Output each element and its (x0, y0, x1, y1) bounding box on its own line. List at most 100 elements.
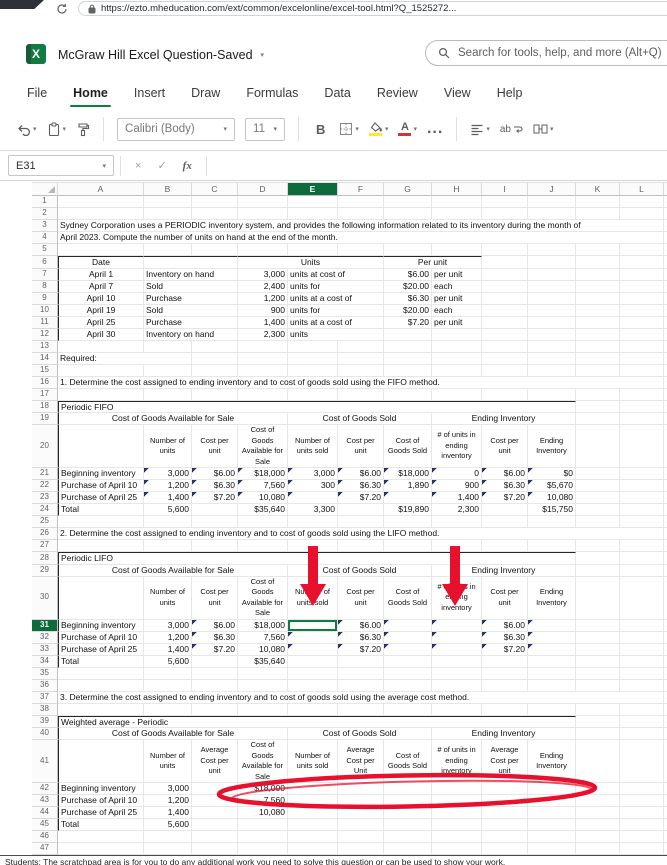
cell-L27[interactable] (620, 540, 664, 552)
cell-B27[interactable] (144, 540, 192, 552)
cell-K44[interactable] (576, 807, 620, 819)
cell-F24[interactable] (338, 504, 384, 516)
cell-D27[interactable] (238, 540, 288, 552)
cell-J35[interactable] (528, 667, 576, 680)
cell-J15[interactable] (528, 364, 576, 377)
cell-E34[interactable] (288, 655, 338, 668)
cell-J25[interactable] (528, 516, 576, 528)
cell-C33[interactable]: $7.20 (192, 643, 238, 656)
name-box-chevron-icon[interactable]: ▾ (102, 162, 106, 170)
cell-B6[interactable] (144, 256, 238, 269)
row-header-33[interactable]: 33 (32, 643, 58, 656)
cell-A40[interactable]: Cost of Goods Available for Sale (58, 728, 288, 740)
cell-J42[interactable] (528, 783, 576, 795)
cell-F45[interactable] (338, 819, 384, 831)
cell-H11[interactable]: per unit (432, 316, 482, 329)
cell-F15[interactable] (338, 364, 384, 377)
cell-I30[interactable]: Cost per unit (482, 576, 528, 620)
cell-C31[interactable]: $6.00 (192, 619, 238, 632)
cell-E47[interactable] (288, 843, 338, 855)
cell-F25[interactable] (338, 516, 384, 528)
cell-B34[interactable]: 5,600 (144, 655, 192, 668)
paste-button[interactable]: ▾ (47, 121, 66, 137)
cell-G22[interactable]: 1,890 (384, 480, 432, 492)
cell-H45[interactable] (432, 819, 482, 831)
cell-K25[interactable] (576, 516, 620, 528)
cell-C1[interactable] (192, 196, 238, 208)
cell-L17[interactable] (620, 388, 664, 401)
row-header-38[interactable]: 38 (32, 703, 58, 716)
cell-E10[interactable]: units for (288, 304, 384, 317)
cell-G44[interactable] (384, 807, 432, 819)
cell-G38[interactable] (384, 703, 432, 716)
cell-I43[interactable] (482, 795, 528, 807)
cell-J20[interactable]: Ending Inventory (528, 425, 576, 468)
cell-J46[interactable] (528, 831, 576, 843)
cell-B31[interactable]: 3,000 (144, 619, 192, 632)
cell-F22[interactable]: $6.30 (338, 480, 384, 492)
cell-C41[interactable]: Average Cost per unit (192, 740, 238, 783)
cell-C24[interactable] (192, 504, 238, 516)
row-header-32[interactable]: 32 (32, 631, 58, 644)
cell-F1[interactable] (338, 196, 384, 208)
format-painter-icon[interactable] (76, 122, 90, 137)
cell-A31[interactable]: Beginning inventory (58, 619, 144, 632)
row-header-42[interactable]: 42 (32, 783, 58, 795)
bold-button[interactable]: B (312, 122, 329, 137)
cell-C34[interactable] (192, 655, 238, 668)
cell-A16[interactable]: 1. Determine the cost assigned to ending… (58, 376, 664, 389)
row-header-41[interactable]: 41 (32, 740, 58, 783)
cell-A43[interactable]: Purchase of April 10 (58, 795, 144, 807)
cell-I20[interactable]: Cost per unit (482, 425, 528, 468)
cell-L30[interactable] (620, 576, 664, 620)
merge-cells-button[interactable]: ▾ (533, 123, 553, 135)
cell-E25[interactable] (288, 516, 338, 528)
cell-I6[interactable] (482, 256, 528, 269)
url-bar[interactable]: https://ezto.mheducation.com/ext/common/… (78, 1, 667, 16)
cell-A24[interactable]: Total (58, 504, 144, 516)
cell-B22[interactable]: 1,200 (144, 480, 192, 492)
tab-help[interactable]: Help (497, 86, 523, 100)
cell-F43[interactable] (338, 795, 384, 807)
row-header-36[interactable]: 36 (32, 679, 58, 692)
cell-F31[interactable]: $6.00 (338, 619, 384, 632)
title-chevron-down-icon[interactable]: ▾ (261, 51, 265, 59)
cell-L10[interactable] (620, 304, 664, 317)
cell-F36[interactable] (338, 679, 384, 692)
cell-K14[interactable] (576, 352, 620, 365)
cell-E35[interactable] (288, 667, 338, 680)
cell-A9[interactable]: April 10 (58, 292, 144, 305)
cell-H19[interactable]: Ending Inventory (432, 413, 576, 425)
cell-A25[interactable] (58, 516, 144, 528)
cell-I8[interactable] (482, 280, 528, 293)
cell-A35[interactable] (58, 667, 144, 680)
cell-K43[interactable] (576, 795, 620, 807)
cell-C38[interactable] (192, 703, 238, 716)
font-size-select[interactable]: 11 ▾ (245, 117, 286, 141)
cell-A47[interactable] (58, 843, 144, 855)
cell-C32[interactable]: $6.30 (192, 631, 238, 644)
cell-G6[interactable]: Per unit (384, 256, 482, 269)
cell-L46[interactable] (620, 831, 664, 843)
cell-J22[interactable]: $5,670 (528, 480, 576, 492)
cell-C13[interactable] (192, 340, 238, 353)
cell-H7[interactable]: per unit (432, 268, 482, 281)
cell-E9[interactable]: units at a cost of (288, 292, 384, 305)
cell-L36[interactable] (620, 679, 664, 692)
cell-E11[interactable]: units at a cost of (288, 316, 384, 329)
cell-C17[interactable] (192, 388, 238, 401)
cell-A7[interactable]: April 1 (58, 268, 144, 281)
cell-K21[interactable] (576, 468, 620, 480)
cell-H23[interactable]: 1,400 (432, 492, 482, 504)
row-header-3[interactable]: 3 (32, 220, 58, 232)
cell-E12[interactable]: units (288, 328, 384, 341)
cell-D30[interactable]: Cost of Goods Available for Sale (238, 576, 288, 620)
cell-L14[interactable] (620, 352, 664, 365)
cell-K8[interactable] (576, 280, 620, 293)
cell-E44[interactable] (288, 807, 338, 819)
cell-J32[interactable] (528, 631, 576, 644)
cell-K23[interactable] (576, 492, 620, 504)
cell-J11[interactable] (528, 316, 576, 329)
cell-I14[interactable] (482, 352, 528, 365)
cell-A22[interactable]: Purchase of April 10 (58, 480, 144, 492)
